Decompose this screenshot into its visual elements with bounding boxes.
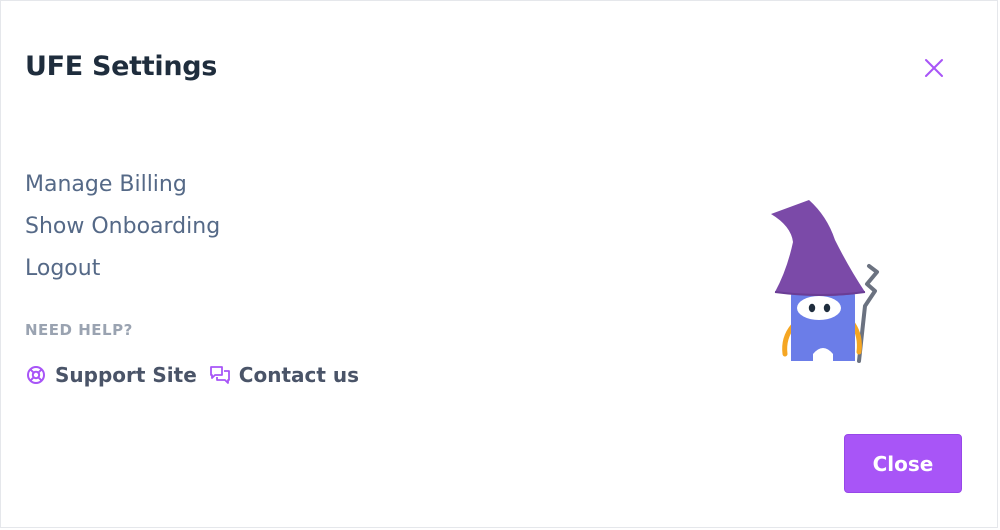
wizard-mascot [761, 196, 891, 366]
chat-bubbles-icon [209, 364, 231, 386]
menu-item-show-onboarding[interactable]: Show Onboarding [25, 211, 220, 253]
settings-dialog: UFE Settings Manage Billing Show Onboard… [0, 0, 998, 528]
support-site-link[interactable]: Support Site [25, 363, 197, 387]
close-icon[interactable] [919, 53, 949, 83]
help-heading: NEED HELP? [25, 321, 133, 339]
help-links: Support Site Contact us [25, 363, 371, 387]
menu-item-logout[interactable]: Logout [25, 253, 220, 295]
menu-item-manage-billing[interactable]: Manage Billing [25, 169, 220, 211]
contact-us-link[interactable]: Contact us [209, 363, 359, 387]
support-site-label: Support Site [55, 363, 197, 387]
contact-us-label: Contact us [238, 363, 360, 387]
dialog-title: UFE Settings [25, 51, 218, 82]
lifebuoy-icon [25, 364, 47, 386]
settings-menu: Manage Billing Show Onboarding Logout [25, 169, 220, 295]
close-button[interactable]: Close [844, 434, 962, 493]
